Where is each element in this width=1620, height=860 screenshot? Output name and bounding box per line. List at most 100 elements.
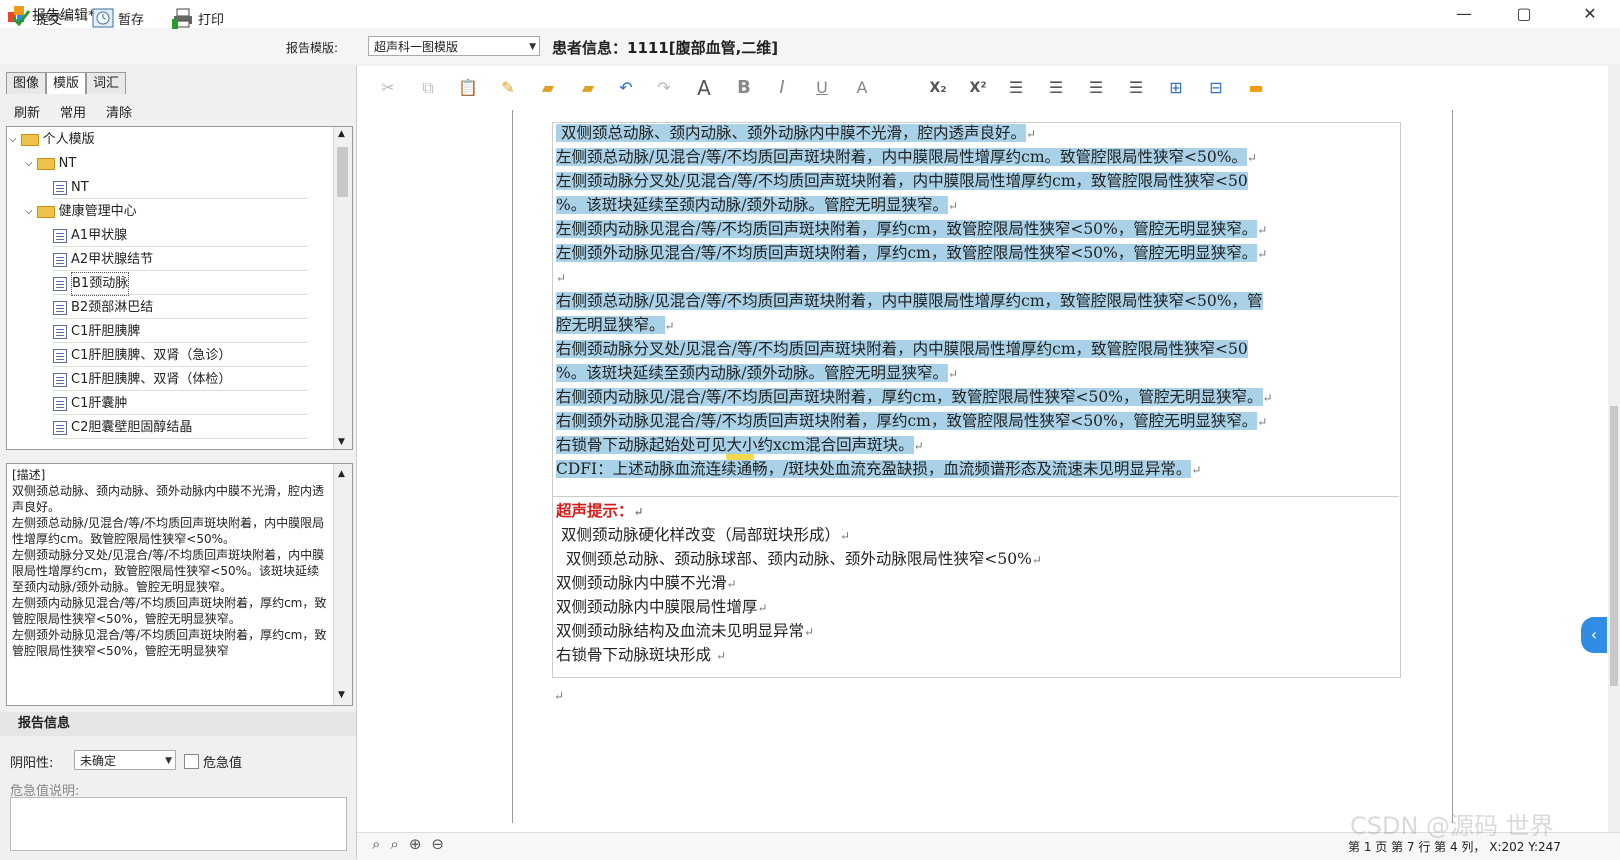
hint-line[interactable]: 双侧颈总动脉、颈动脉球部、颈内动脉、颈外动脉限局性狭窄<50%↵ [556,548,1042,570]
findings-line[interactable]: 右侧颈动脉分叉处/见混合/等/不均质回声斑块附着，内中膜限局性增厚约cm，致管腔… [556,338,1248,360]
scroll-up-icon[interactable]: ▲ [338,129,345,139]
findings-line[interactable]: %。该斑块延续至颈内动脉/颈外动脉。管腔无明显狭窄。↵ [556,194,958,216]
tree-item-c1[interactable]: C1肝胆胰脾 [53,321,308,343]
paste-icon[interactable]: 📋 [456,76,480,100]
document-icon [53,276,67,291]
findings-line[interactable]: 腔无明显狭窄。↵ [556,314,675,336]
folder-open-icon [20,134,39,146]
comment-icon[interactable]: ▬ [1244,76,1268,100]
open-folder-icon[interactable]: ▰ [536,76,560,100]
bold-icon[interactable]: B [732,76,756,100]
description-scrollbar[interactable]: ▲ ▼ [333,464,352,705]
tab-templates[interactable]: 模版 [46,72,87,94]
tree-item-c1-emergency[interactable]: C1肝胆胰脾、双肾（急诊） [53,345,308,367]
save-temp-button[interactable]: 暂存 [92,6,144,30]
findings-line[interactable]: ↵ [556,266,566,288]
scroll-up-icon[interactable]: ▲ [338,466,345,482]
tree-item-a2[interactable]: A2甲状腺结节 [53,249,308,271]
align-right-icon[interactable]: ☰ [1044,76,1068,100]
tree-item-c1-cyst[interactable]: C1肝囊肿 [53,393,308,415]
findings-line[interactable]: 左侧颈动脉分叉处/见混合/等/不均质回声斑块附着，内中膜限局性增厚约cm，致管腔… [556,170,1248,192]
hint-line[interactable]: 双侧颈动脉内中膜限局性增厚↵ [556,596,768,618]
tree-item-health-center[interactable]: ⌵ 健康管理中心 [25,201,137,223]
submit-button[interactable]: 提交 [10,6,62,30]
clear-button[interactable]: 清除 [106,102,132,121]
tree-item-personal[interactable]: ⌵ 个人模版 [9,129,95,151]
common-button[interactable]: 常用 [60,102,86,121]
critical-label: 危急值 [203,756,243,771]
subscript-icon[interactable]: X₂ [926,76,950,100]
hint-line[interactable]: 右锁骨下动脉斑块形成 ↵ [556,644,726,666]
zoom-out-icon[interactable]: ⊖ [431,835,444,853]
maximize-button[interactable]: ▢ [1504,2,1544,26]
print-button[interactable]: 打印 [172,6,224,30]
template-select[interactable]: 超声科一图模版 ▼ [368,36,540,56]
clock-icon [92,7,114,29]
tab-images[interactable]: 图像 [6,72,47,94]
findings-line[interactable]: 右侧颈外动脉见混合/等/不均质回声斑块附着，厚约cm，致管腔限局性狭窄<50%，… [556,410,1267,432]
findings-line[interactable]: CDFI：上述动脉血流连续通畅，/斑块处血流充盈缺损，血流频谱形态及流速未见明显… [556,458,1201,480]
tree-item-c1-checkup[interactable]: C1肝胆胰脾、双肾（体检） [53,369,308,391]
report-info-header: 报告信息 [0,712,356,736]
checkbox-icon[interactable] [184,754,199,769]
document-icon [53,228,67,243]
critical-desc-textarea[interactable] [10,797,347,851]
findings-line[interactable]: 左侧颈内动脉见混合/等/不均质回声斑块附着，厚约cm，致管腔限局性狭窄<50%，… [556,218,1267,240]
findings-line[interactable]: 左侧颈外动脉见混合/等/不均质回声斑块附着，厚约cm，致管腔限局性狭窄<50%，… [556,242,1267,264]
format-painter-icon[interactable]: ✎ [496,76,520,100]
scroll-down-icon[interactable]: ▼ [338,687,345,703]
align-center-icon[interactable]: ☰ [1084,76,1108,100]
hint-line[interactable]: 双侧颈动脉硬化样改变（局部斑块形成）↵ [556,524,850,546]
font-color-icon[interactable]: A [850,76,874,100]
findings-line[interactable]: 右锁骨下动脉起始处可见大小约xcm混合回声斑块。↵ [556,434,924,456]
hint-line[interactable]: 双侧颈动脉内中膜不光滑↵ [556,572,737,594]
tree-item-b2[interactable]: B2颈部淋巴结 [53,297,308,319]
superscript-icon[interactable]: X² [966,76,990,100]
copy-icon[interactable]: ⧉ [416,76,440,100]
minimize-button[interactable]: — [1444,2,1484,26]
collapse-panel-button[interactable]: ‹ [1581,617,1607,653]
zoom-reset-icon[interactable]: ⌕ [390,835,398,853]
hierarchy-icon[interactable]: ⊟ [1204,76,1228,100]
findings-line[interactable]: 双侧颈总动脉、颈内动脉、颈外动脉内中膜不光滑，腔内透声良好。↵ [556,122,1036,144]
close-button[interactable]: ✕ [1570,2,1610,26]
tree-item-label: C1肝胆胰脾 [71,323,141,339]
document-icon [53,348,67,363]
template-tree: ⌵ 个人模版 ⌵ NT NT ⌵ 健康管理中心 A1甲状腺 A2甲状腺结节 B1… [6,126,353,450]
underline-icon[interactable]: U [810,76,834,100]
hint-line[interactable]: 双侧颈动脉结构及血流未见明显异常↵ [556,620,814,642]
refresh-button[interactable]: 刷新 [14,102,40,121]
editor-scrollbar[interactable] [1608,66,1620,832]
critical-checkbox[interactable]: 危急值 [184,752,242,771]
zoom-in-icon[interactable]: ⊕ [409,835,422,853]
redo-icon[interactable]: ↷ [652,76,676,100]
tab-vocabulary[interactable]: 词汇 [86,72,127,94]
italic-icon[interactable]: I [770,76,794,100]
tree-scrollbar[interactable]: ▲ ▼ [333,127,352,449]
cut-icon[interactable]: ✂ [376,76,400,100]
undo-icon[interactable]: ↶ [614,76,638,100]
scroll-down-icon[interactable]: ▼ [338,437,345,447]
zoom-controls: ⌕ ⌕ ⊕ ⊖ [372,835,444,853]
findings-line[interactable]: 右侧颈总动脉/见混合/等/不均质回声斑块附着，内中膜限局性增厚约cm，致管腔限局… [556,290,1263,312]
align-left-icon[interactable]: ☰ [1004,76,1028,100]
tree-item-a1[interactable]: A1甲状腺 [53,225,308,247]
tree-item-label: 健康管理中心 [58,204,137,219]
findings-line[interactable]: %。该斑块延续至颈内动脉/颈外动脉。管腔无明显狭窄。↵ [556,362,958,384]
font-size-icon[interactable]: A [692,76,716,100]
yinyang-select[interactable]: 未确定 ▼ [74,750,176,770]
search-icon[interactable]: ⌕ [372,835,380,853]
findings-line[interactable]: 右侧颈内动脉见/混合/等/不均质回声斑块附着，厚约cm，致管腔限局性狭窄<50%… [556,386,1273,408]
document-icon [53,324,67,339]
table-icon[interactable]: ⊞ [1164,76,1188,100]
scroll-thumb[interactable] [1610,406,1618,686]
justify-icon[interactable]: ☰ [1124,76,1148,100]
tree-item-label: C1肝囊肿 [71,395,128,411]
tree-item-c2[interactable]: C2胆囊壁胆固醇结晶 [53,417,308,439]
new-folder-icon[interactable]: ▰ [576,76,600,100]
tree-item-nt-folder[interactable]: ⌵ NT [25,153,76,175]
tree-item-nt[interactable]: NT [53,177,308,199]
scroll-thumb[interactable] [337,147,348,197]
findings-line[interactable]: 左侧颈总动脉/见混合/等/不均质回声斑块附着，内中膜限局性增厚约cm。致管腔限局… [556,146,1257,168]
tree-item-b1[interactable]: B1颈动脉 [53,271,308,296]
